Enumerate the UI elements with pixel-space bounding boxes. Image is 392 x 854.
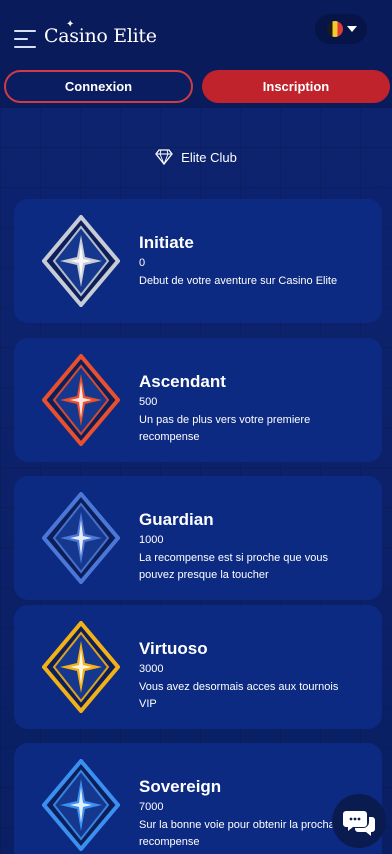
club-title: Elite Club — [181, 149, 237, 165]
belgium-flag-icon — [327, 21, 343, 37]
level-description: Sur la bonne voie pour obtenir la procha… — [139, 819, 350, 848]
level-description: La recompense est si proche que vous pou… — [139, 552, 328, 581]
level-card-initiate: Initiate 0 Debut de votre aventure sur Cas… — [14, 199, 382, 323]
level-card-virtuoso: Virtuoso 3000 Vous avez desormais acces au… — [14, 605, 382, 729]
chevron-down-icon — [347, 26, 357, 32]
language-selector[interactable] — [315, 14, 367, 44]
level-points: 7000 — [139, 801, 164, 813]
top-header: ✦ Casino Elite Connexion Inscription — [0, 0, 392, 108]
level-card-ascendant: Ascendant 500 Un pas de plus vers votre pr… — [14, 338, 382, 462]
ascendant-badge-icon — [42, 354, 120, 446]
level-description: Un pas de plus vers votre premiere recom… — [139, 414, 311, 443]
level-card-guardian: Guardian 1000 La recompense est si proche … — [14, 476, 382, 600]
level-title: Ascendant — [139, 372, 226, 391]
level-title: Initiate — [139, 233, 194, 252]
level-points: 0 — [139, 257, 146, 269]
diamond-icon — [155, 149, 173, 165]
logo-text: Casino Elite — [44, 25, 157, 47]
level-points: 1000 — [139, 534, 164, 546]
chat-icon — [343, 811, 375, 836]
elite-club-heading: Elite Club — [0, 145, 392, 169]
login-button[interactable]: Connexion — [4, 70, 193, 103]
level-title: Guardian — [139, 510, 214, 529]
chat-button[interactable] — [332, 794, 386, 848]
level-points: 500 — [139, 396, 158, 408]
level-description: Vous avez desormais acces aux tournois V… — [139, 681, 339, 710]
casino-logo[interactable]: ✦ Casino Elite — [44, 19, 157, 53]
initiate-badge-icon — [42, 215, 120, 307]
sovereign-badge-icon — [42, 759, 120, 851]
level-title: Virtuoso — [139, 639, 208, 658]
guardian-badge-icon — [42, 492, 120, 584]
level-card-sovereign: Sovereign 7000 Sur la bonne voie pour obte… — [14, 743, 382, 854]
logo-star-icon: ✦ — [66, 19, 75, 30]
hamburger-icon[interactable] — [14, 28, 36, 50]
level-points: 3000 — [139, 663, 164, 675]
virtuoso-badge-icon — [42, 621, 120, 713]
signup-button[interactable]: Inscription — [202, 70, 390, 103]
level-title: Sovereign — [139, 777, 222, 796]
level-description: Debut de votre aventure sur Casino Elite — [139, 275, 338, 287]
